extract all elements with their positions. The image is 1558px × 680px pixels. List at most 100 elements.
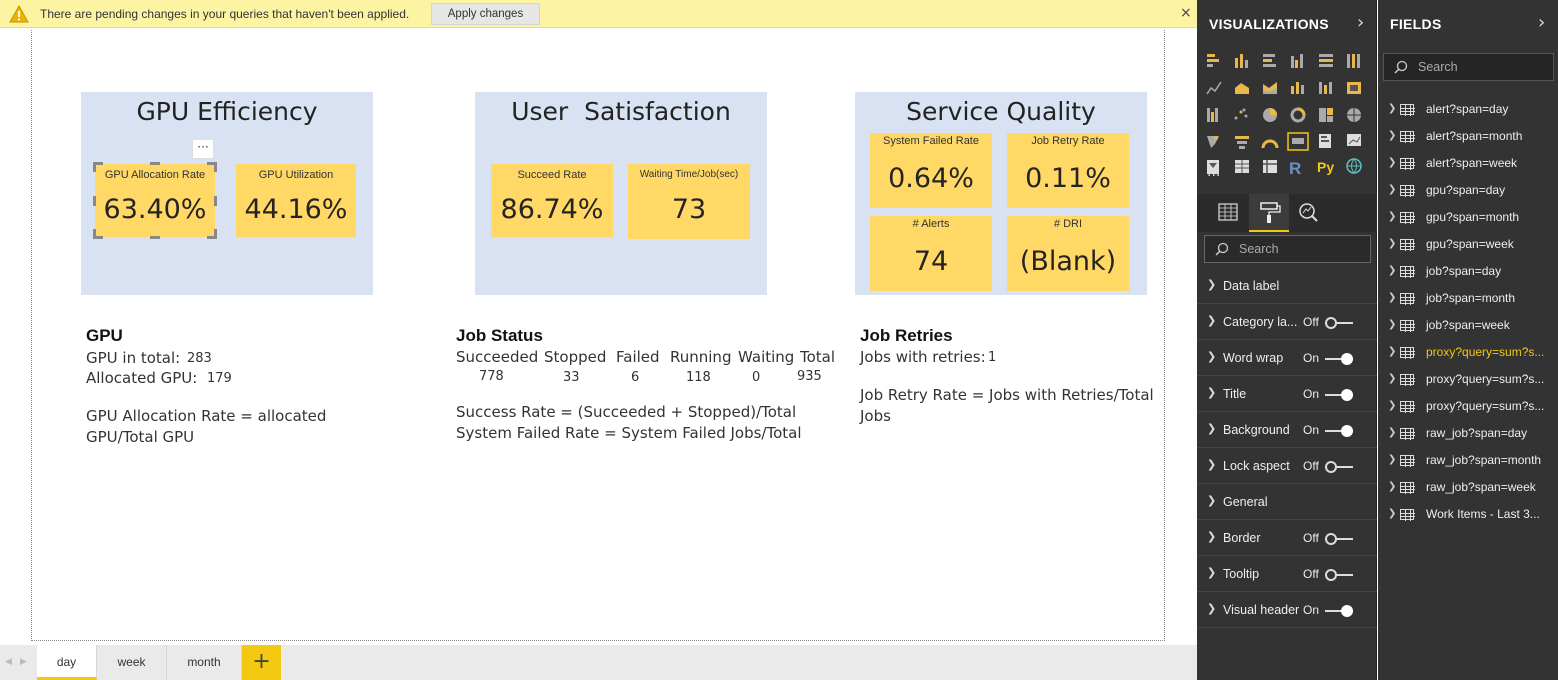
system-failed-rate-card[interactable]: System Failed Rate 0.64% — [870, 133, 992, 208]
chevron-right-icon[interactable]: ❯ — [1388, 454, 1396, 465]
job-status-header: Running — [670, 348, 732, 366]
field-table-item[interactable]: ❯ alert?span=month — [1378, 123, 1558, 150]
fields-search-input[interactable]: Search — [1383, 53, 1554, 81]
field-table-item[interactable]: ❯ raw_job?span=month — [1378, 447, 1558, 474]
analytics-magnifier-icon — [1299, 203, 1318, 222]
background-toggle[interactable] — [1325, 425, 1355, 437]
apply-changes-button[interactable]: Apply changes — [431, 3, 540, 25]
gpu-section-title: GPU — [86, 326, 123, 345]
chevron-right-icon[interactable]: ❯ — [1388, 265, 1396, 276]
card-label: # DRI — [1053, 218, 1083, 230]
analytics-tab[interactable] — [1289, 194, 1329, 232]
card-value: 0.11% — [1025, 163, 1111, 194]
resize-handle[interactable] — [150, 236, 160, 239]
format-section-background[interactable]: ❯ Background On — [1197, 413, 1377, 448]
visualizations-pane: VISUALIZATIONS › R Py ··· Search ❯ Data … — [1197, 0, 1377, 680]
resize-handle[interactable] — [93, 162, 96, 172]
format-section-category-label[interactable]: ❯ Category la... Off — [1197, 305, 1377, 340]
field-table-item[interactable]: ❯ alert?span=day — [1378, 96, 1558, 123]
job-status-title: Job Status — [456, 326, 543, 345]
job-retry-rate-card[interactable]: Job Retry Rate 0.11% — [1007, 133, 1129, 208]
format-search-input[interactable]: Search — [1204, 235, 1371, 263]
chevron-right-icon[interactable]: ❯ — [1388, 400, 1396, 411]
field-table-item[interactable]: ❯ job?span=week — [1378, 312, 1558, 339]
dri-card[interactable]: # DRI (Blank) — [1007, 216, 1129, 291]
field-table-item[interactable]: ❯ proxy?query=sum?s... — [1378, 393, 1558, 420]
field-table-item[interactable]: ❯ alert?span=week — [1378, 150, 1558, 177]
chevron-right-icon[interactable]: ❯ — [1388, 157, 1396, 168]
border-toggle[interactable] — [1325, 533, 1355, 545]
card-value: (Blank) — [1019, 246, 1117, 277]
field-table-item[interactable]: ❯ job?span=month — [1378, 285, 1558, 312]
scroll-left-icon[interactable]: ◀ — [5, 657, 12, 667]
format-section-lock-aspect[interactable]: ❯ Lock aspect Off — [1197, 449, 1377, 484]
field-table-item[interactable]: ❯ proxy?query=sum?s... — [1378, 339, 1558, 366]
chevron-right-icon[interactable]: ❯ — [1388, 427, 1396, 438]
resize-handle[interactable] — [93, 229, 96, 239]
collapse-fields-icon[interactable]: › — [1538, 12, 1545, 33]
field-table-item[interactable]: ❯ raw_job?span=week — [1378, 474, 1558, 501]
gpu-utilization-card[interactable]: GPU Utilization 44.16% — [236, 164, 356, 237]
format-section-word-wrap[interactable]: ❯ Word wrap On — [1197, 341, 1377, 376]
resize-handle[interactable] — [214, 196, 217, 206]
visual-header-toggle[interactable] — [1325, 605, 1355, 617]
format-tab[interactable] — [1249, 194, 1289, 232]
close-icon[interactable]: × — [1180, 5, 1192, 21]
format-section-tooltip[interactable]: ❯ Tooltip Off — [1197, 557, 1377, 592]
field-table-item[interactable]: ❯ gpu?span=week — [1378, 231, 1558, 258]
add-page-button[interactable]: + — [242, 645, 281, 680]
toggle-state: On — [1303, 603, 1320, 617]
chevron-right-icon[interactable]: ❯ — [1388, 508, 1396, 519]
search-placeholder: Search — [1239, 242, 1279, 256]
resize-handle[interactable] — [150, 162, 160, 165]
visual-type-gallery[interactable]: R Py — [1205, 52, 1370, 182]
collapse-visualizations-icon[interactable]: › — [1357, 12, 1364, 33]
chevron-right-icon[interactable]: ❯ — [1388, 373, 1396, 384]
tooltip-toggle[interactable] — [1325, 569, 1355, 581]
format-section-general[interactable]: ❯ General — [1197, 485, 1377, 520]
more-options-button[interactable]: ··· — [192, 139, 214, 159]
chevron-right-icon[interactable]: ❯ — [1388, 238, 1396, 249]
format-section-title[interactable]: ❯ Title On — [1197, 377, 1377, 412]
lock-aspect-toggle[interactable] — [1325, 461, 1355, 473]
field-table-item[interactable]: ❯ proxy?query=sum?s... — [1378, 366, 1558, 393]
resize-handle[interactable] — [214, 162, 217, 172]
scroll-right-icon[interactable]: ▶ — [20, 657, 27, 667]
field-table-item[interactable]: ❯ Work Items - Last 3... — [1378, 501, 1558, 528]
field-table-item[interactable]: ❯ gpu?span=month — [1378, 204, 1558, 231]
resize-handle[interactable] — [214, 229, 217, 239]
field-table-item[interactable]: ❯ job?span=day — [1378, 258, 1558, 285]
chevron-right-icon[interactable]: ❯ — [1388, 184, 1396, 195]
clustered-bar-icon — [1263, 54, 1276, 67]
succeed-rate-card[interactable]: Succeed Rate 86.74% — [491, 164, 613, 237]
waiting-time-card[interactable]: Waiting Time/Job(sec) 73 — [628, 164, 750, 239]
more-visuals-button[interactable]: ··· — [1207, 168, 1220, 184]
gpu-allocation-rate-card[interactable]: GPU Allocation Rate 63.40% — [95, 164, 215, 237]
table-icon — [1400, 158, 1415, 170]
field-table-item[interactable]: ❯ gpu?span=day — [1378, 177, 1558, 204]
chevron-right-icon[interactable]: ❯ — [1388, 319, 1396, 330]
jobs-with-retries-label: Jobs with retries: — [860, 348, 986, 366]
fields-tab[interactable] — [1209, 194, 1249, 232]
chevron-right-icon[interactable]: ❯ — [1388, 346, 1396, 357]
chevron-right-icon[interactable]: ❯ — [1388, 292, 1396, 303]
word-wrap-toggle[interactable] — [1325, 353, 1355, 365]
field-table-item[interactable]: ❯ raw_job?span=day — [1378, 420, 1558, 447]
chevron-right-icon[interactable]: ❯ — [1388, 481, 1396, 492]
title-toggle[interactable] — [1325, 389, 1355, 401]
chevron-right-icon[interactable]: ❯ — [1388, 130, 1396, 141]
alerts-card[interactable]: # Alerts 74 — [870, 216, 992, 291]
format-section-border[interactable]: ❯ Border Off — [1197, 521, 1377, 556]
format-section-visual-header[interactable]: ❯ Visual header On — [1197, 593, 1377, 628]
field-table-name: raw_job?span=day — [1426, 426, 1528, 440]
resize-handle[interactable] — [93, 196, 96, 206]
category-label-toggle[interactable] — [1325, 317, 1355, 329]
toggle-state: On — [1303, 351, 1320, 365]
page-tab-week[interactable]: week — [97, 645, 167, 680]
chevron-right-icon[interactable]: ❯ — [1388, 211, 1396, 222]
format-section-data-label[interactable]: ❯ Data label — [1197, 269, 1377, 304]
page-tab-month[interactable]: month — [167, 645, 242, 680]
page-tab-day[interactable]: day — [37, 645, 97, 680]
toggle-state: On — [1303, 423, 1320, 437]
chevron-right-icon[interactable]: ❯ — [1388, 103, 1396, 114]
